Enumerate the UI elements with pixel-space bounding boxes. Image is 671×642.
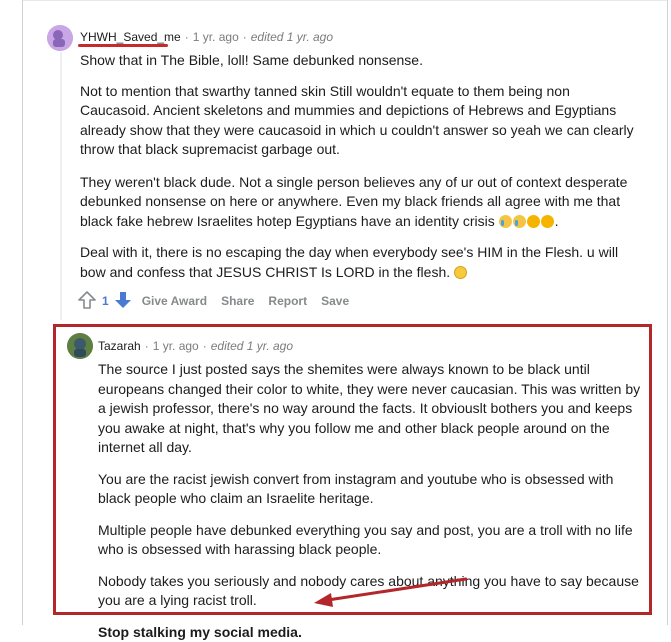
annotation-underline xyxy=(78,44,168,47)
report-button[interactable]: Report xyxy=(268,294,307,308)
comment-text: Deal with it, there is no escaping the d… xyxy=(80,244,618,280)
comment-paragraph: Not to mention that swarthy tanned skin … xyxy=(80,82,640,160)
comment-paragraph: Deal with it, there is no escaping the d… xyxy=(80,243,640,282)
upvote-arrow-icon[interactable] xyxy=(78,291,96,312)
annotation-box xyxy=(53,324,652,615)
crying-emoji-icon xyxy=(513,215,526,228)
crying-emoji-icon xyxy=(499,215,512,228)
comment-text-end: . xyxy=(555,213,559,229)
comment-actions: 1 Give Award Share Report Save xyxy=(78,290,363,312)
comment-bold-line: Stop stalking my social media. xyxy=(98,623,643,642)
thread-line[interactable] xyxy=(60,52,62,320)
frame-left-border xyxy=(22,0,23,625)
frame-right-border xyxy=(667,0,668,625)
comment-paragraph: Show that in The Bible, loll! Same debun… xyxy=(80,51,640,71)
give-award-button[interactable]: Give Award xyxy=(142,294,207,308)
username-link[interactable]: YHWH_Saved_me xyxy=(80,30,181,44)
frame-top-border xyxy=(22,0,668,1)
save-button[interactable]: Save xyxy=(321,294,349,308)
smile-emoji-icon xyxy=(454,266,467,279)
rofl-emoji-icon xyxy=(541,215,554,228)
share-button[interactable]: Share xyxy=(221,294,254,308)
rofl-emoji-icon xyxy=(527,215,540,228)
comment-meta: YHWH_Saved_me · 1 yr. ago · edited 1 yr. ago xyxy=(80,30,333,44)
avatar-icon xyxy=(47,25,73,51)
comment-body: Show that in The Bible, loll! Same debun… xyxy=(80,51,640,282)
avatar[interactable] xyxy=(47,25,73,51)
downvote-arrow-icon[interactable] xyxy=(114,291,132,312)
comment-paragraph: They weren't black dude. Not a single pe… xyxy=(80,173,640,232)
separator-dot: · xyxy=(243,30,247,44)
edited-label: edited 1 yr. ago xyxy=(251,30,333,44)
timestamp[interactable]: 1 yr. ago xyxy=(193,30,239,44)
separator-dot: · xyxy=(185,30,189,44)
vote-count: 1 xyxy=(102,294,109,308)
